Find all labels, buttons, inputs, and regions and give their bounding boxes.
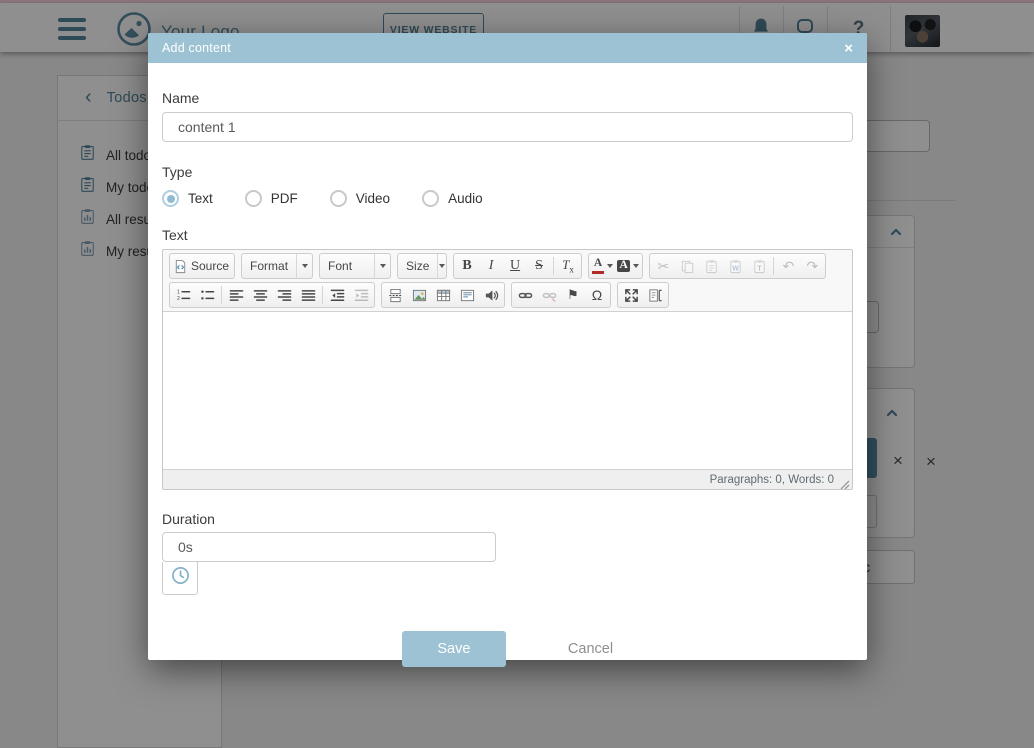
toolbar-separator xyxy=(221,286,222,304)
insert-audio-button[interactable] xyxy=(479,283,503,307)
align-justify-button[interactable] xyxy=(296,283,320,307)
undo-button: ↶ xyxy=(782,257,795,274)
size-dropdown-label: Size xyxy=(406,259,430,273)
type-label: Type xyxy=(162,164,193,180)
unlink-button xyxy=(537,283,561,307)
insert-embed-button[interactable] xyxy=(455,283,479,307)
radio-label: Audio xyxy=(448,191,483,206)
duration-timepicker-button[interactable] xyxy=(162,562,198,595)
name-label: Name xyxy=(162,90,200,106)
italic-button[interactable]: I xyxy=(479,254,503,278)
show-blocks-button[interactable] xyxy=(643,283,667,307)
source-button[interactable]: Source xyxy=(171,254,233,278)
resize-grip-icon[interactable] xyxy=(840,477,850,489)
toolbar-separator xyxy=(553,257,555,275)
chevron-down-icon xyxy=(296,254,312,278)
toolbar-group xyxy=(617,282,669,308)
align-right-button[interactable] xyxy=(272,283,296,307)
modal-body: Name Type Text PDF Video Audio Text Source F… xyxy=(148,63,867,667)
chevron-down-icon xyxy=(437,254,446,278)
radio-unselected-icon[interactable] xyxy=(244,190,262,207)
editor-content-area[interactable] xyxy=(163,312,852,469)
underline-button[interactable]: U xyxy=(503,254,527,278)
insert-table-button[interactable] xyxy=(431,283,455,307)
editor-toolbar-row-1: Source Format Font Size B I U S Tx A A ✂ W T ↶ ↷ xyxy=(163,250,852,282)
background-color-button[interactable]: A xyxy=(615,254,641,278)
decrease-indent-button[interactable] xyxy=(325,283,349,307)
toolbar-group: Source xyxy=(169,253,236,279)
radio-label: Text xyxy=(188,191,213,206)
word-count: Paragraphs: 0, Words: 0 xyxy=(709,473,834,486)
chevron-down-icon xyxy=(374,254,390,278)
font-dropdown[interactable]: Font xyxy=(319,253,392,279)
remove-format-button[interactable]: Tx xyxy=(556,254,580,278)
radio-label: Video xyxy=(355,191,391,206)
toolbar-group: B I U S Tx xyxy=(453,253,583,279)
source-button-label: Source xyxy=(191,259,230,273)
align-center-button[interactable] xyxy=(248,283,272,307)
toolbar-group: ✂ W T ↶ ↷ xyxy=(649,253,827,279)
toolbar-group: AA xyxy=(588,253,644,279)
toolbar-separator xyxy=(773,257,775,275)
editor-toolbar-row-2: 1 2 ⚑ Ω xyxy=(163,282,852,312)
special-character-button[interactable]: Ω xyxy=(585,283,609,307)
numbered-list-button[interactable]: 12 xyxy=(171,283,195,307)
bulleted-list-button[interactable] xyxy=(195,283,219,307)
clock-icon xyxy=(171,566,190,590)
increase-indent-button xyxy=(349,283,373,307)
radio-selected-icon[interactable] xyxy=(162,190,179,207)
copy-button xyxy=(675,254,699,278)
type-radio-pdf[interactable]: PDF xyxy=(244,190,298,207)
modal-footer: Save Cancel xyxy=(162,631,853,667)
editor-status-bar: Paragraphs: 0, Words: 0 xyxy=(163,469,852,489)
modal-title: Add content xyxy=(162,41,231,55)
chevron-down-icon xyxy=(633,264,640,268)
svg-text:W: W xyxy=(732,265,739,272)
type-radio-group: Text PDF Video Audio xyxy=(162,189,853,208)
type-radio-video[interactable]: Video xyxy=(329,190,391,207)
format-dropdown-label: Format xyxy=(250,259,289,273)
cut-button: ✂ xyxy=(657,257,670,274)
size-dropdown[interactable]: Size xyxy=(397,253,448,279)
type-radio-text[interactable]: Text xyxy=(162,190,213,207)
paste-as-text-button: T xyxy=(747,254,771,278)
insert-image-button[interactable] xyxy=(407,283,431,307)
format-dropdown[interactable]: Format xyxy=(241,253,314,279)
font-dropdown-label: Font xyxy=(328,259,353,273)
text-label: Text xyxy=(162,227,188,243)
radio-unselected-icon[interactable] xyxy=(329,190,347,207)
anchor-button[interactable]: ⚑ xyxy=(561,283,585,307)
screen: Your Logo VIEW WEBSITE ? ‹ Todos All tod… xyxy=(0,0,1034,748)
redo-button: ↷ xyxy=(806,257,819,274)
type-radio-audio[interactable]: Audio xyxy=(422,190,483,207)
radio-label: PDF xyxy=(270,191,298,206)
rich-text-editor: Source Format Font Size B I U S Tx A A ✂ W T ↶ ↷ 1 2 ⚑ Ω P… xyxy=(162,249,853,490)
paste-button xyxy=(699,254,723,278)
close-icon[interactable]: × xyxy=(844,41,853,56)
paste-from-word-button: W xyxy=(723,254,747,278)
save-button[interactable]: Save xyxy=(401,631,506,667)
bold-button[interactable]: B xyxy=(455,254,479,278)
chevron-down-icon xyxy=(607,264,614,268)
align-left-button[interactable] xyxy=(224,283,248,307)
link-button[interactable] xyxy=(513,283,537,307)
duration-label: Duration xyxy=(162,511,215,527)
svg-text:2: 2 xyxy=(176,296,179,302)
toolbar-group: ⚑ Ω xyxy=(511,282,611,308)
toolbar-group xyxy=(381,282,505,308)
toolbar-separator xyxy=(322,286,323,304)
radio-unselected-icon[interactable] xyxy=(422,190,440,207)
text-color-button[interactable]: A xyxy=(590,254,615,278)
name-input[interactable] xyxy=(162,112,853,142)
svg-text:T: T xyxy=(757,265,762,272)
modal-header: Add content × xyxy=(148,33,867,63)
svg-text:1: 1 xyxy=(176,289,179,295)
toolbar-group: 12 xyxy=(169,282,375,308)
maximize-button[interactable] xyxy=(619,283,643,307)
strikethrough-button[interactable]: S xyxy=(527,254,551,278)
duration-input[interactable] xyxy=(162,532,496,562)
page-break-button[interactable] xyxy=(383,283,407,307)
add-content-modal: Add content × Name Type Text PDF Video Audi… xyxy=(148,33,867,667)
cancel-button[interactable]: Cancel xyxy=(568,641,613,657)
